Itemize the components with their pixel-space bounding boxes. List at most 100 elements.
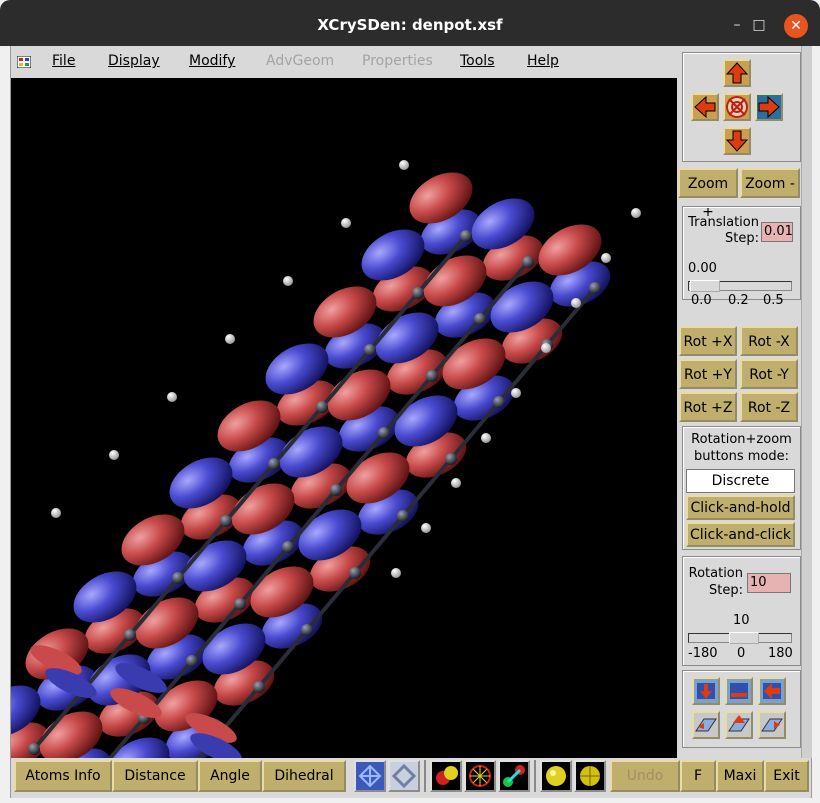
carbon-atom[interactable] (268, 458, 280, 470)
carbon-atom[interactable] (493, 396, 505, 408)
fullscreen-button[interactable]: F (680, 760, 716, 792)
menu-tools[interactable]: Tools (460, 53, 495, 69)
carbon-atom[interactable] (378, 427, 390, 439)
carbon-atom[interactable] (316, 401, 328, 413)
rot-plus-y-button[interactable]: Rot +Y (679, 359, 737, 389)
carbon-atom[interactable] (397, 510, 409, 522)
exit-button[interactable]: Exit (764, 760, 809, 792)
rotation-step-input[interactable]: 10 (747, 573, 791, 593)
menu-modify[interactable]: Modify (189, 53, 235, 69)
menu-display[interactable]: Display (108, 53, 160, 69)
view-preset-button[interactable] (758, 677, 786, 705)
maximize-icon[interactable]: □ (748, 14, 770, 36)
view-preset-button[interactable] (758, 711, 786, 739)
angle-button[interactable]: Angle (198, 760, 262, 792)
carbon-atom[interactable] (234, 598, 246, 610)
translation-step-label: Translation Step: (688, 215, 759, 246)
carbon-atom[interactable] (522, 256, 534, 268)
carbon-atom[interactable] (589, 282, 601, 294)
spacefill-button[interactable] (464, 760, 496, 792)
carbon-atom[interactable] (186, 655, 198, 667)
carbon-atom[interactable] (364, 344, 376, 356)
carbon-atom[interactable] (349, 567, 361, 579)
pipe-display-button[interactable] (388, 760, 420, 792)
carbon-atom[interactable] (426, 370, 438, 382)
carbon-atom[interactable] (445, 453, 457, 465)
carbon-atom[interactable] (28, 743, 40, 755)
mode-click-and-click-button[interactable]: Click-and-click (686, 522, 795, 547)
hydrogen-atom[interactable] (571, 298, 581, 308)
rot-plus-z-button[interactable]: Rot +Z (679, 392, 737, 422)
rot-minus-z-button[interactable]: Rot -Z (740, 392, 798, 422)
hydrogen-atom[interactable] (601, 253, 611, 263)
carbon-atom[interactable] (172, 572, 184, 584)
rot-minus-x-button[interactable]: Rot -X (740, 326, 798, 356)
hydrogen-atom[interactable] (421, 523, 431, 533)
view-preset-button[interactable] (692, 677, 720, 705)
hydrogen-atom[interactable] (391, 568, 401, 578)
hydrogen-atom[interactable] (167, 392, 177, 402)
structure-viewport[interactable] (11, 78, 677, 758)
hydrogen-atom[interactable] (511, 388, 521, 398)
view-preset-button[interactable] (725, 677, 753, 705)
reset-view-button[interactable] (723, 93, 751, 121)
ballstick-button[interactable] (430, 760, 462, 792)
carbon-atom[interactable] (301, 624, 313, 636)
move-down-button[interactable] (723, 127, 751, 155)
distance-button[interactable]: Distance (112, 760, 198, 792)
dihedral-button[interactable]: Dihedral (262, 760, 346, 792)
atoms-info-button[interactable]: Atoms Info (14, 760, 112, 792)
zoom-out-button[interactable]: Zoom - (740, 168, 800, 198)
hydrogen-atom[interactable] (341, 218, 351, 228)
mode-click-and-hold-button[interactable]: Click-and-hold (686, 495, 795, 520)
hydrogen-atom[interactable] (631, 208, 641, 218)
hydrogen-atom[interactable] (481, 433, 491, 443)
rot-plus-x-button[interactable]: Rot +X (679, 326, 737, 356)
hydrogen-atom[interactable] (451, 478, 461, 488)
view-preset-button[interactable] (692, 711, 720, 739)
maxi-button[interactable]: Maxi (716, 760, 764, 792)
menu-properties[interactable]: Properties (362, 53, 433, 69)
menu-advgeom[interactable]: AdvGeom (266, 53, 334, 69)
arrow-up-icon (725, 62, 749, 84)
carbon-atom[interactable] (282, 541, 294, 553)
menu-file[interactable]: File (52, 53, 75, 69)
view-preset-button[interactable] (725, 711, 753, 739)
rotation-slider-handle[interactable] (729, 632, 759, 644)
wire-display-button[interactable] (354, 760, 386, 792)
carbon-atom[interactable] (460, 230, 472, 242)
lighting-button[interactable] (574, 760, 606, 792)
carbon-atom[interactable] (474, 313, 486, 325)
undo-button[interactable]: Undo (610, 760, 680, 792)
carbon-atom[interactable] (330, 484, 342, 496)
translation-step-input[interactable]: 0.01 (761, 222, 793, 242)
mode-discrete-button[interactable]: Discrete (686, 469, 795, 493)
panel-scrollbar[interactable] (801, 46, 812, 758)
menu-help[interactable]: Help (527, 53, 559, 69)
carbon-atom[interactable] (124, 629, 136, 641)
close-icon[interactable]: ✕ (784, 14, 808, 38)
rot-minus-y-button[interactable]: Rot -Y (740, 359, 798, 389)
carbon-atom[interactable] (412, 287, 424, 299)
hydrogen-atom[interactable] (51, 508, 61, 518)
molecule-render[interactable] (11, 78, 677, 758)
translation-slider-handle[interactable] (690, 280, 720, 292)
carbon-atom[interactable] (253, 681, 265, 693)
hydrogen-atom[interactable] (541, 343, 551, 353)
button-mode-frame: Rotation+zoom buttons mode: Discrete Cli… (682, 426, 801, 550)
perspective-button[interactable] (540, 760, 572, 792)
move-up-button[interactable] (723, 59, 751, 87)
navigation-frame (682, 52, 801, 162)
move-left-button[interactable] (691, 93, 719, 121)
hydrogen-atom[interactable] (399, 160, 409, 170)
app-icon (17, 56, 31, 68)
minimize-icon[interactable]: – (726, 14, 748, 36)
hydrogen-atom[interactable] (283, 276, 293, 286)
move-right-button[interactable] (755, 93, 783, 121)
hydrogen-atom[interactable] (225, 334, 235, 344)
hydrogen-atom[interactable] (109, 450, 119, 460)
wireball-icon (469, 765, 491, 787)
carbon-atom[interactable] (220, 515, 232, 527)
zoom-in-button[interactable]: Zoom + (678, 168, 738, 220)
sticks-button[interactable] (498, 760, 530, 792)
